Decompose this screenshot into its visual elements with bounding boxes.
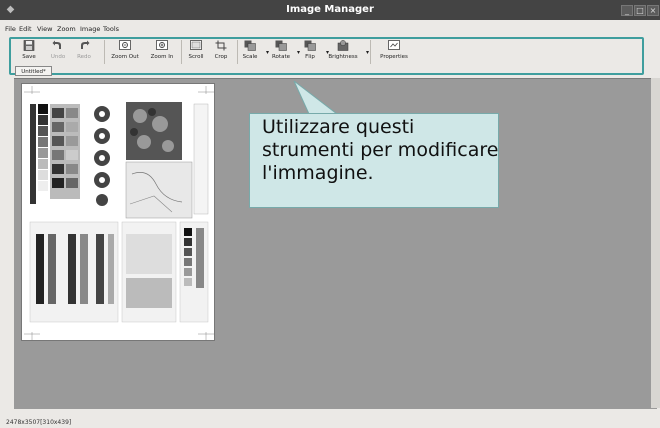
maximize-icon[interactable]: □ bbox=[634, 5, 646, 16]
scale-icon bbox=[244, 40, 256, 51]
app-window: ◆ Image Manager _ □ × File Edit View Zoo… bbox=[0, 0, 660, 428]
save-button[interactable]: Save bbox=[13, 40, 45, 64]
scale-button[interactable]: Scale ▾ bbox=[234, 40, 269, 64]
properties-label: Properties bbox=[380, 54, 408, 60]
scale-label: Scale bbox=[242, 54, 258, 60]
zoom-in-icon bbox=[156, 40, 168, 50]
zoom-in-button[interactable]: Zoom In bbox=[146, 40, 178, 64]
menu-edit[interactable]: Edit bbox=[19, 24, 32, 34]
properties-icon bbox=[388, 40, 400, 50]
zoom-out-icon bbox=[119, 40, 131, 50]
window-title: Image Manager bbox=[286, 4, 374, 15]
rotate-icon bbox=[275, 40, 287, 51]
menu-tools[interactable]: Tools bbox=[103, 24, 119, 34]
minimize-icon[interactable]: _ bbox=[621, 5, 633, 16]
image-preview bbox=[21, 83, 215, 341]
save-label: Save bbox=[22, 54, 36, 60]
undo-icon bbox=[52, 40, 61, 49]
properties-button[interactable]: Properties bbox=[378, 40, 410, 64]
zoom-out-button[interactable]: Zoom Out bbox=[109, 40, 141, 64]
chevron-down-icon[interactable]: ▾ bbox=[366, 49, 369, 56]
crop-button[interactable]: Crop bbox=[205, 40, 237, 64]
scroll-icon bbox=[190, 40, 202, 50]
menu-image[interactable]: Image bbox=[80, 24, 100, 34]
title-bar: ◆ Image Manager _ □ × bbox=[0, 0, 660, 20]
menu-zoom[interactable]: Zoom bbox=[57, 24, 76, 34]
callout-pointer bbox=[293, 80, 339, 115]
brightness-label: Brightness bbox=[328, 54, 358, 60]
vertical-scrollbar[interactable] bbox=[651, 78, 660, 408]
flip-icon bbox=[304, 40, 316, 51]
redo-label: Redo bbox=[77, 54, 91, 60]
tab-untitled[interactable]: Untitled* bbox=[15, 66, 52, 76]
flip-button[interactable]: Flip ▾ bbox=[294, 40, 329, 64]
rotate-label: Rotate bbox=[271, 54, 290, 60]
toolbar-separator bbox=[104, 40, 105, 64]
toolbar-separator bbox=[370, 40, 371, 64]
save-icon bbox=[23, 40, 35, 51]
close-icon[interactable]: × bbox=[647, 5, 659, 16]
menu-bar: File Edit View Zoom Image Tools bbox=[0, 22, 660, 36]
brightness-button[interactable]: Brightness ▾ bbox=[327, 40, 369, 64]
test-chart-image bbox=[22, 84, 214, 340]
brightness-icon bbox=[337, 40, 349, 51]
status-bar: 2478x3507[310x439] bbox=[0, 417, 660, 428]
zoom-out-label: Zoom Out bbox=[111, 54, 139, 60]
menu-view[interactable]: View bbox=[37, 24, 52, 34]
crop-label: Crop bbox=[214, 54, 228, 60]
flip-label: Flip bbox=[305, 54, 315, 60]
status-text: 2478x3507[310x439] bbox=[6, 419, 72, 426]
callout-text: Utilizzare questi strumenti per modifica… bbox=[262, 116, 499, 184]
menu-file[interactable]: File bbox=[5, 24, 16, 34]
redo-icon bbox=[81, 40, 90, 49]
redo-button[interactable]: Redo bbox=[68, 40, 100, 64]
crop-icon bbox=[215, 40, 227, 51]
rotate-button[interactable]: Rotate ▾ bbox=[265, 40, 300, 64]
zoom-in-label: Zoom In bbox=[150, 54, 174, 60]
